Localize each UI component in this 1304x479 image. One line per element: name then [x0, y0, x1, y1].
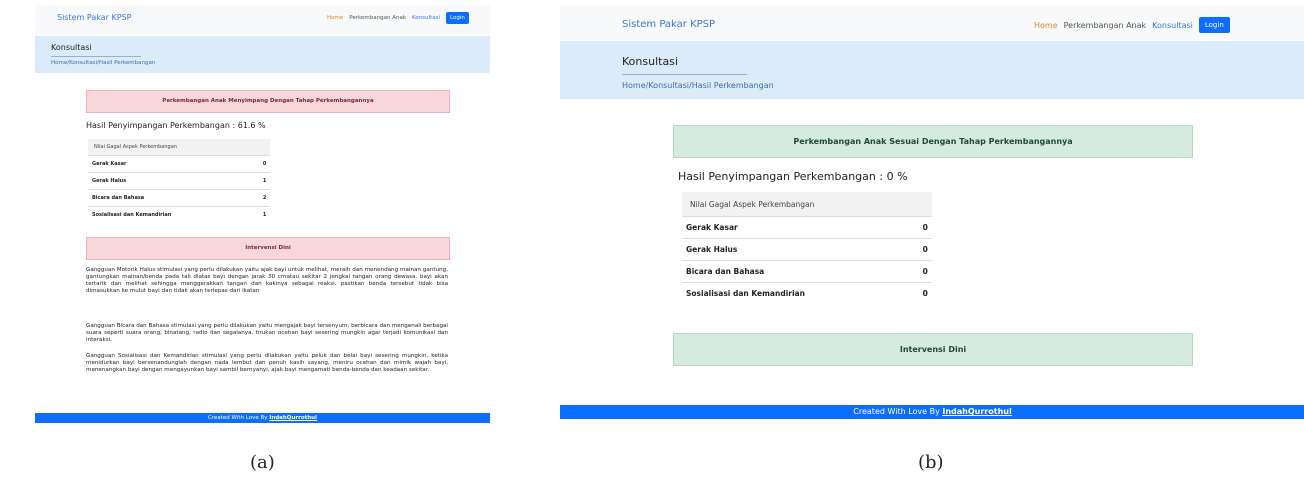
- table-row: Gerak Halus 0: [682, 238, 932, 261]
- aspect-table: Nilai Gagal Aspek Perkembangan Gerak Kas…: [88, 139, 270, 223]
- table-row: Gerak Kasar 0: [88, 155, 270, 173]
- row-value: 0: [918, 282, 932, 304]
- nav-links: Home Perkembangan Anak Konsultasi Login: [1034, 17, 1230, 33]
- breadcrumb-band: Konsultasi Home/Konsultasi/Hasil Perkemb…: [35, 36, 490, 73]
- page-title: Konsultasi: [622, 55, 678, 68]
- aspect-table: Nilai Gagal Aspek Perkembangan Gerak Kas…: [682, 192, 932, 304]
- deviation-result: Hasil Penyimpangan Perkembangan : 61.6 %: [86, 121, 266, 130]
- status-alert: Perkembangan Anak Menyimpang Dengan Taha…: [86, 90, 450, 113]
- page-title: Konsultasi: [51, 43, 92, 52]
- footer-text: Created With Love By: [853, 407, 943, 416]
- table-row: Bicara dan Bahasa 0: [682, 260, 932, 283]
- nav-konsultasi[interactable]: Konsultasi: [1152, 21, 1193, 30]
- breadcrumb: Home/Konsultasi/Hasil Perkembangan: [51, 60, 156, 66]
- row-value: 0: [259, 155, 270, 173]
- title-divider: [622, 74, 747, 75]
- row-value: 0: [918, 260, 932, 283]
- status-alert: Perkembangan Anak Sesuai Dengan Tahap Pe…: [673, 125, 1193, 158]
- login-button[interactable]: Login: [445, 12, 469, 24]
- footer-author-link[interactable]: IndahQurrothul: [269, 415, 317, 421]
- table-row: Sosialisasi dan Kemandirian 1: [88, 206, 270, 223]
- footer-text: Created With Love By: [208, 415, 270, 421]
- nav-konsultasi[interactable]: Konsultasi: [412, 15, 440, 21]
- caption-b: (b): [918, 452, 944, 473]
- row-label: Sosialisasi dan Kemandirian: [682, 282, 919, 304]
- brand-link[interactable]: Sistem Pakar KPSP: [57, 13, 131, 22]
- brand-link[interactable]: Sistem Pakar KPSP: [622, 19, 715, 30]
- row-label: Sosialisasi dan Kemandirian: [88, 206, 260, 223]
- navbar: Sistem Pakar KPSP Home Perkembangan Anak…: [35, 5, 490, 35]
- row-value: 1: [259, 206, 270, 223]
- row-label: Gerak Kasar: [88, 155, 260, 173]
- navbar: Sistem Pakar KPSP Home Perkembangan Anak…: [560, 5, 1304, 40]
- nav-links: Home Perkembangan Anak Konsultasi Login: [327, 12, 469, 24]
- row-label: Gerak Halus: [682, 238, 919, 261]
- footer: Created With Love By IndahQurrothul: [560, 405, 1304, 419]
- table-header: Nilai Gagal Aspek Perkembangan: [88, 139, 270, 156]
- nav-perkembangan-anak[interactable]: Perkembangan Anak: [349, 15, 406, 21]
- nav-home[interactable]: Home: [1034, 21, 1058, 30]
- intervensi-header: Intervensi Dini: [673, 333, 1193, 366]
- row-value: 0: [918, 216, 932, 239]
- row-label: Bicara dan Bahasa: [682, 260, 919, 283]
- row-value: 2: [259, 189, 270, 207]
- row-value: 0: [918, 238, 932, 261]
- nav-home[interactable]: Home: [327, 15, 343, 21]
- row-value: 1: [259, 172, 270, 190]
- footer: Created With Love By IndahQurrothul: [35, 413, 490, 423]
- intervention-paragraph: Gangguan Bicara dan Bahasa stimulasi yan…: [86, 323, 448, 343]
- row-label: Bicara dan Bahasa: [88, 189, 260, 207]
- table-row: Sosialisasi dan Kemandirian 0: [682, 282, 932, 304]
- title-divider: [51, 56, 141, 57]
- breadcrumb: Home/Konsultasi/Hasil Perkembangan: [622, 81, 774, 90]
- nav-perkembangan-anak[interactable]: Perkembangan Anak: [1064, 21, 1147, 30]
- intervention-paragraph: Gangguan Sosialisasi dan Kemandirian sti…: [86, 353, 448, 373]
- intervention-paragraph: Gangguan Motorik Halus stimulasi yang pe…: [86, 267, 448, 294]
- login-button[interactable]: Login: [1198, 17, 1230, 33]
- table-row: Gerak Halus 1: [88, 172, 270, 190]
- deviation-result: Hasil Penyimpangan Perkembangan : 0 %: [678, 170, 908, 183]
- breadcrumb-band: Konsultasi Home/Konsultasi/Hasil Perkemb…: [560, 41, 1304, 99]
- intervensi-header: Intervensi Dini: [86, 237, 450, 260]
- screenshot-panel-b: Sistem Pakar KPSP Home Perkembangan Anak…: [560, 5, 1304, 420]
- table-row: Bicara dan Bahasa 2: [88, 189, 270, 207]
- caption-a: (a): [250, 452, 275, 473]
- table-header: Nilai Gagal Aspek Perkembangan: [682, 192, 932, 217]
- row-label: Gerak Kasar: [682, 216, 919, 239]
- table-row: Gerak Kasar 0: [682, 216, 932, 239]
- footer-author-link[interactable]: IndahQurrothul: [942, 407, 1011, 416]
- row-label: Gerak Halus: [88, 172, 260, 190]
- screenshot-panel-a: Sistem Pakar KPSP Home Perkembangan Anak…: [35, 5, 490, 425]
